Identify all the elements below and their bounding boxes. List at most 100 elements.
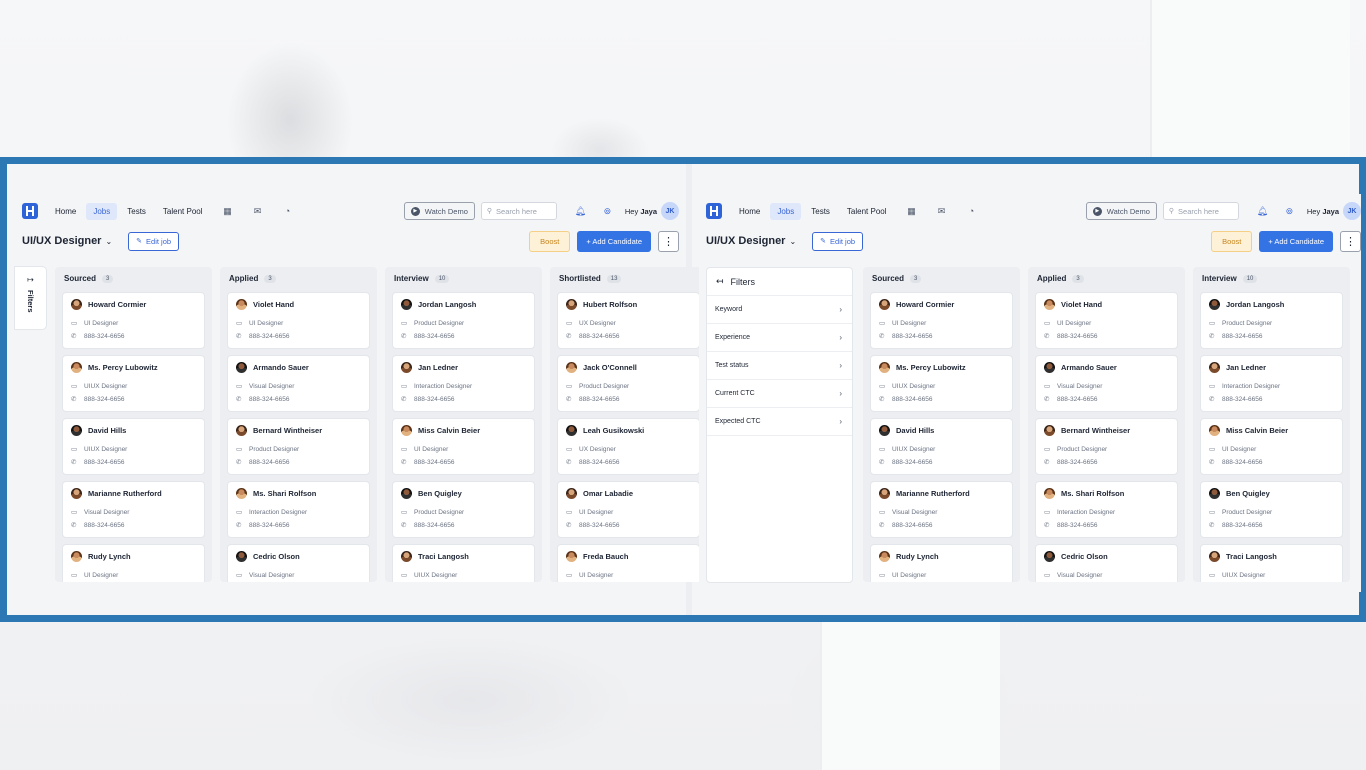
- chevron-down-icon[interactable]: ⌄: [789, 237, 796, 246]
- nav-tests[interactable]: Tests: [804, 203, 837, 220]
- job-title[interactable]: UI/UX Designer: [706, 235, 785, 247]
- candidate-name[interactable]: Jordan Langosh: [1226, 300, 1284, 309]
- nav-tests[interactable]: Tests: [120, 203, 153, 220]
- nav-jobs[interactable]: Jobs: [86, 202, 118, 220]
- candidate-name[interactable]: Hubert Rolfson: [583, 300, 637, 309]
- filter-keyword[interactable]: Keyword ›: [707, 296, 852, 324]
- candidate-name[interactable]: Miss Calvin Beier: [418, 426, 480, 435]
- candidate-card[interactable]: Jan Ledner ▭ Interaction Designer ✆ 888-324-…: [1200, 355, 1343, 412]
- candidate-name[interactable]: Traci Langosh: [1226, 552, 1277, 561]
- candidate-name[interactable]: Traci Langosh: [418, 552, 469, 561]
- nav-home[interactable]: Home: [732, 203, 767, 220]
- more-options-icon[interactable]: ⋮: [1340, 230, 1361, 252]
- mail-icon[interactable]: ✉: [251, 204, 265, 218]
- help-icon[interactable]: ⊚: [602, 206, 613, 217]
- candidate-name[interactable]: Howard Cormier: [896, 300, 954, 309]
- candidate-name[interactable]: Ms. Percy Lubowitz: [88, 363, 158, 372]
- add-candidate-button[interactable]: + Add Candidate: [577, 230, 651, 252]
- edit-job-button[interactable]: ✎ Edit job: [128, 231, 180, 251]
- candidate-card[interactable]: Miss Calvin Beier ▭ UI Designer ✆ 888-324-66…: [1200, 418, 1343, 475]
- candidate-name[interactable]: Jordan Langosh: [418, 300, 476, 309]
- candidate-name[interactable]: Jack O'Connell: [583, 363, 637, 372]
- candidate-card[interactable]: Ben Quigley ▭ Product Designer ✆ 888-324-665…: [1200, 481, 1343, 538]
- candidate-card[interactable]: Rudy Lynch▭UI Designer✆888-324-6656: [62, 544, 205, 582]
- nav-talent-pool[interactable]: Talent Pool: [840, 203, 894, 220]
- candidate-name[interactable]: Jan Ledner: [418, 363, 458, 372]
- candidate-name[interactable]: Bernard Wintheiser: [253, 426, 322, 435]
- candidate-card[interactable]: Armando Sauer ▭ Visual Designer ✆ 888-324-66…: [1035, 355, 1178, 412]
- candidate-card[interactable]: Marianne Rutherford ▭ Visual Designer ✆ 888-…: [870, 481, 1013, 538]
- candidate-name[interactable]: David Hills: [896, 426, 934, 435]
- candidate-name[interactable]: Omar Labadie: [583, 489, 633, 498]
- candidate-card[interactable]: Ben Quigley ▭ Product Designer ✆ 888-324-665…: [392, 481, 535, 538]
- bell-icon[interactable]: 🔔︎: [575, 206, 586, 217]
- candidate-name[interactable]: Cedric Olson: [253, 552, 300, 561]
- search-input[interactable]: ⚲ Search here: [480, 202, 557, 220]
- history-icon[interactable]: ◔: [965, 204, 979, 218]
- filter-experience[interactable]: Experience ›: [707, 324, 852, 352]
- candidate-card[interactable]: Omar Labadie ▭ UI Designer ✆ 888-324-6656: [557, 481, 700, 538]
- candidate-card[interactable]: Rudy Lynch▭UI Designer✆888-324-6656: [870, 544, 1013, 582]
- search-input[interactable]: ⚲ Search here: [1162, 202, 1239, 220]
- candidate-card[interactable]: Miss Calvin Beier ▭ UI Designer ✆ 888-324-66…: [392, 418, 535, 475]
- watch-demo-button[interactable]: ▶ Watch Demo: [1085, 202, 1157, 220]
- candidate-name[interactable]: Bernard Wintheiser: [1061, 426, 1130, 435]
- logo-icon[interactable]: [706, 203, 722, 219]
- help-icon[interactable]: ⊚: [1284, 206, 1295, 217]
- calendar-icon[interactable]: ▦: [905, 204, 919, 218]
- candidate-name[interactable]: Freda Bauch: [583, 552, 628, 561]
- candidate-card[interactable]: Jan Ledner ▭ Interaction Designer ✆ 888-324-…: [392, 355, 535, 412]
- candidate-card[interactable]: Ms. Percy Lubowitz ▭ UIUX Designer ✆ 888-324…: [62, 355, 205, 412]
- filters-header[interactable]: ↤ Filters: [707, 268, 852, 296]
- candidate-name[interactable]: Rudy Lynch: [896, 552, 939, 561]
- watch-demo-button[interactable]: ▶ Watch Demo: [403, 202, 475, 220]
- filter-expected-ctc[interactable]: Expected CTC ›: [707, 408, 852, 436]
- candidate-card[interactable]: Violet Hand ▭ UI Designer ✆ 888-324-6656: [227, 292, 370, 349]
- nav-talent-pool[interactable]: Talent Pool: [156, 203, 210, 220]
- more-options-icon[interactable]: ⋮: [658, 230, 679, 252]
- candidate-name[interactable]: Leah Gusikowski: [583, 426, 644, 435]
- candidate-card[interactable]: Bernard Wintheiser ▭ Product Designer ✆ 888-…: [227, 418, 370, 475]
- candidate-card[interactable]: Traci Langosh▭UIUX Designer✆888-324-6656: [392, 544, 535, 582]
- candidate-name[interactable]: Cedric Olson: [1061, 552, 1108, 561]
- calendar-icon[interactable]: ▦: [221, 204, 235, 218]
- boost-button[interactable]: Boost: [529, 230, 571, 252]
- candidate-card[interactable]: Hubert Rolfson ▭ UX Designer ✆ 888-324-6656: [557, 292, 700, 349]
- candidate-name[interactable]: Rudy Lynch: [88, 552, 131, 561]
- candidate-name[interactable]: Marianne Rutherford: [896, 489, 970, 498]
- candidate-card[interactable]: Howard Cormier ▭ UI Designer ✆ 888-324-6656: [62, 292, 205, 349]
- chevron-down-icon[interactable]: ⌄: [105, 237, 112, 246]
- candidate-name[interactable]: Armando Sauer: [253, 363, 309, 372]
- boost-button[interactable]: Boost: [1211, 230, 1253, 252]
- filter-test-status[interactable]: Test status ›: [707, 352, 852, 380]
- candidate-name[interactable]: Ms. Percy Lubowitz: [896, 363, 966, 372]
- candidate-name[interactable]: Marianne Rutherford: [88, 489, 162, 498]
- candidate-card[interactable]: Armando Sauer ▭ Visual Designer ✆ 888-324-66…: [227, 355, 370, 412]
- candidate-card[interactable]: Marianne Rutherford ▭ Visual Designer ✆ 888-…: [62, 481, 205, 538]
- candidate-card[interactable]: Jack O'Connell ▭ Product Designer ✆ 888-324-…: [557, 355, 700, 412]
- candidate-card[interactable]: Cedric Olson▭Visual Designer✆888-324-665…: [227, 544, 370, 582]
- job-title[interactable]: UI/UX Designer: [22, 235, 101, 247]
- candidate-name[interactable]: Armando Sauer: [1061, 363, 1117, 372]
- candidate-name[interactable]: Ms. Shari Rolfson: [1061, 489, 1124, 498]
- candidate-card[interactable]: David Hills ▭ UIUX Designer ✆ 888-324-6656: [62, 418, 205, 475]
- candidate-card[interactable]: Cedric Olson▭Visual Designer✆888-324-665…: [1035, 544, 1178, 582]
- candidate-name[interactable]: Jan Ledner: [1226, 363, 1266, 372]
- collapse-arrow-icon[interactable]: ↤: [716, 276, 724, 287]
- candidate-name[interactable]: Howard Cormier: [88, 300, 146, 309]
- candidate-card[interactable]: Violet Hand ▭ UI Designer ✆ 888-324-6656: [1035, 292, 1178, 349]
- candidate-name[interactable]: Ben Quigley: [1226, 489, 1270, 498]
- user-avatar[interactable]: JK: [661, 202, 679, 220]
- candidate-card[interactable]: Ms. Shari Rolfson ▭ Interaction Designer ✆ 8…: [227, 481, 370, 538]
- candidate-name[interactable]: Violet Hand: [253, 300, 294, 309]
- candidate-card[interactable]: Howard Cormier ▭ UI Designer ✆ 888-324-6656: [870, 292, 1013, 349]
- candidate-card[interactable]: Jordan Langosh ▭ Product Designer ✆ 888-324-…: [1200, 292, 1343, 349]
- filters-toggle[interactable]: ↦ Filters: [15, 267, 46, 329]
- edit-job-button[interactable]: ✎ Edit job: [812, 231, 864, 251]
- nav-home[interactable]: Home: [48, 203, 83, 220]
- candidate-card[interactable]: Leah Gusikowski ▭ UX Designer ✆ 888-324-6656: [557, 418, 700, 475]
- mail-icon[interactable]: ✉: [935, 204, 949, 218]
- nav-jobs[interactable]: Jobs: [770, 202, 802, 220]
- candidate-name[interactable]: Miss Calvin Beier: [1226, 426, 1288, 435]
- user-avatar[interactable]: JK: [1343, 202, 1361, 220]
